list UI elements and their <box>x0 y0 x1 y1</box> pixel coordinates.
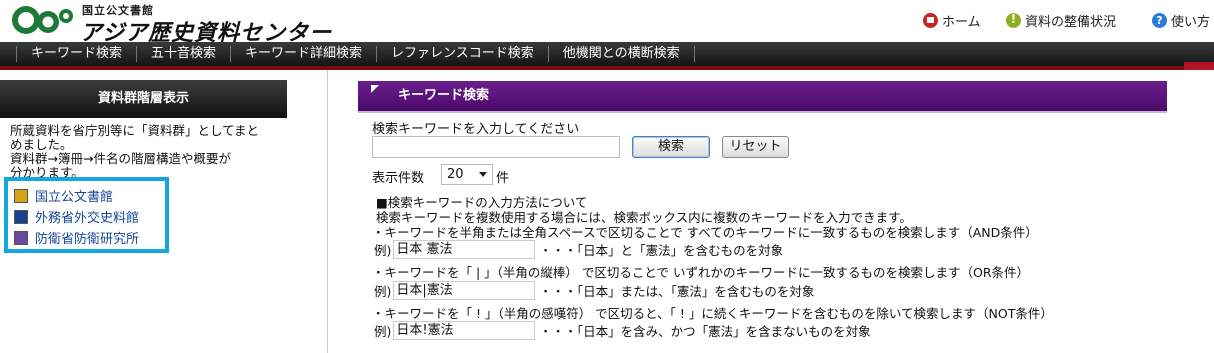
nav-divider <box>0 66 1214 70</box>
link-label: 外務省外交史料館 <box>35 211 140 226</box>
corner-marker-icon <box>371 85 379 93</box>
home-link[interactable]: ホーム <box>923 11 981 30</box>
folder-icon <box>14 209 28 224</box>
example-prefix: 例) <box>374 284 392 299</box>
site-header: 国立公文書館 アジア歴史資料センター ホーム 資料の整備状況 ? 使い方 <box>0 0 1214 46</box>
example-explain: ・・・「日本」または、「憲法」を含むものを対象 <box>539 284 815 299</box>
status-link-label: 資料の整備状況 <box>1025 15 1117 30</box>
archive-group-links: 国立公文書館 外務省外交史料館 防衛省防衛研究所 <box>4 177 169 253</box>
example-explain: ・・・「日本」を含み、かつ「憲法」を含まないものを対象 <box>539 324 871 339</box>
help-link[interactable]: ? 使い方 <box>1152 11 1210 30</box>
example-prefix: 例) <box>374 324 392 339</box>
sidebar-description-line: 所蔵資料を省庁別等に「資料群」としてまと <box>10 123 260 138</box>
count-select[interactable]: 20 <box>441 164 493 185</box>
link-defense-research[interactable]: 防衛省防衛研究所 <box>14 227 159 248</box>
folder-icon <box>14 188 28 203</box>
main-nav: キーワード検索 五十音検索 キーワード詳細検索 レファレンスコード検索 他機関と… <box>0 42 1214 66</box>
reset-button[interactable]: リセット <box>722 136 789 158</box>
count-label: 表示件数 <box>372 171 425 186</box>
folder-icon <box>14 230 28 245</box>
link-label: 国立公文書館 <box>35 190 114 205</box>
help-link-label: 使い方 <box>1171 15 1211 30</box>
nav-reference-code-search[interactable]: レファレンスコード検索 <box>377 46 549 62</box>
logo-icon[interactable] <box>8 2 78 38</box>
help-icon: ? <box>1152 13 1167 28</box>
nav-kana-search[interactable]: 五十音検索 <box>137 46 232 62</box>
nav-accent <box>1184 62 1214 70</box>
home-icon <box>923 13 938 28</box>
chevron-down-icon <box>479 172 487 177</box>
column-divider <box>327 70 328 353</box>
info-icon <box>1006 12 1021 28</box>
link-national-archives[interactable]: 国立公文書館 <box>14 185 159 206</box>
section-title-underline <box>358 111 1167 113</box>
rule-or-example: 例) 日本|憲法 ・・・「日本」または、「憲法」を含むものを対象 <box>374 281 814 300</box>
example-box: 日本 憲法 <box>393 240 536 259</box>
rule-not-text: ・キーワードを「 ! 」（半角の感嘆符） で区切ると、「 ! 」に続くキーワード… <box>372 306 1053 321</box>
link-label: 防衛省防衛研究所 <box>35 232 140 247</box>
sidebar-description-line: 資料群→簿冊→件名の階層構造や概要が <box>10 151 231 166</box>
search-input-label: 検索キーワードを入力してください <box>372 122 580 137</box>
sidebar-description: 所蔵資料を省庁別等に「資料群」としてまと めました。 資料群→簿冊→件名の階層構… <box>10 124 285 180</box>
search-input[interactable] <box>372 136 620 158</box>
sidebar-title: 資料群階層表示 <box>0 80 287 118</box>
count-unit: 件 <box>496 171 510 186</box>
home-link-label: ホーム <box>942 15 981 30</box>
rule-or-text: ・キーワードを「 | 」（半角の縦棒） で区切ることで いずれかのキーワードに一… <box>372 265 1030 280</box>
nav-advanced-search[interactable]: キーワード詳細検索 <box>231 46 378 62</box>
nav-keyword-search[interactable]: キーワード検索 <box>16 46 138 62</box>
link-diplomatic-archives[interactable]: 外務省外交史料館 <box>14 206 159 227</box>
search-button[interactable]: 検索 <box>632 136 710 158</box>
section-title-bar: キーワード検索 <box>358 81 1167 111</box>
rule-and-text: ・キーワードを半角または全角スペースで区切ることで すべてのキーワードに一致する… <box>372 225 1038 240</box>
example-explain: ・・・「日本」と「憲法」を含むものを対象 <box>539 243 784 258</box>
section-title: キーワード検索 <box>398 88 490 103</box>
count-select-value: 20 <box>447 167 464 182</box>
status-link[interactable]: 資料の整備状況 <box>1006 11 1116 30</box>
example-prefix: 例) <box>374 243 392 258</box>
example-box: 日本|憲法 <box>393 281 536 300</box>
nav-cross-search[interactable]: 他機関との横断検索 <box>549 46 695 62</box>
example-box: 日本!憲法 <box>393 321 536 340</box>
sidebar-description-line: めました。 <box>10 137 73 152</box>
rule-not-example: 例) 日本!憲法 ・・・「日本」を含み、かつ「憲法」を含まないものを対象 <box>374 321 871 340</box>
rule-and-example: 例) 日本 憲法 ・・・「日本」と「憲法」を含むものを対象 <box>374 240 783 259</box>
